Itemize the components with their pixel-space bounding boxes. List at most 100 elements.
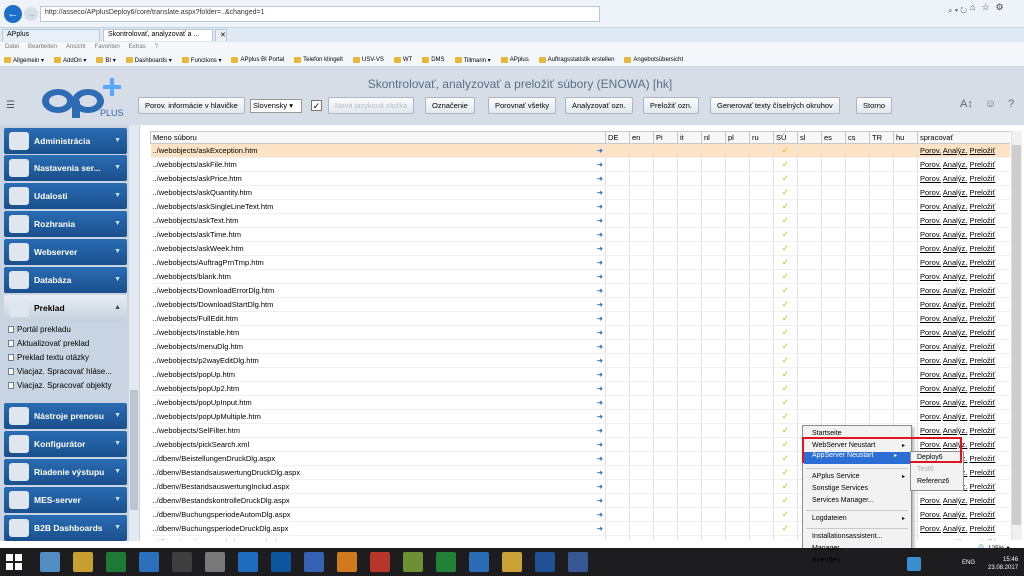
favorite-item[interactable]: DMS bbox=[422, 56, 445, 64]
action-link[interactable]: Preložiť bbox=[970, 244, 996, 253]
favorite-item[interactable]: APplus bbox=[500, 56, 529, 64]
forward-button[interactable]: → bbox=[24, 7, 38, 21]
arrow-icon[interactable]: ➜ bbox=[597, 314, 603, 323]
favorite-item[interactable]: Angebotsübersicht bbox=[624, 56, 683, 64]
search-icon[interactable]: ⌕ ▾ ↻ bbox=[948, 6, 967, 16]
action-link[interactable]: Analýz. bbox=[943, 524, 968, 533]
arrow-icon[interactable]: ➜ bbox=[597, 398, 603, 407]
arrow-icon[interactable]: ➜ bbox=[597, 160, 603, 169]
submenu-item[interactable]: Deploy6 bbox=[917, 454, 943, 461]
favorite-item[interactable]: Functions ▾ bbox=[181, 56, 221, 64]
arrow-icon[interactable]: ➜ bbox=[597, 426, 603, 435]
arrow-icon[interactable]: ➜ bbox=[597, 454, 603, 463]
table-row[interactable]: ../webobjects/askQuantity.htm ➜ ✓ Porov. An… bbox=[150, 185, 1010, 200]
menu-item[interactable]: Extras bbox=[129, 44, 146, 52]
action-link[interactable]: Porov. bbox=[920, 272, 941, 281]
table-row[interactable]: ../webobjects/askFile.htm ➜ ✓ Porov. Analýz… bbox=[150, 157, 1010, 172]
action-link[interactable]: Analýz. bbox=[943, 300, 968, 309]
column-header[interactable]: TR bbox=[869, 131, 894, 144]
tab-close-button[interactable]: ✕ bbox=[215, 29, 227, 41]
tray-lang[interactable]: ENG bbox=[962, 560, 975, 566]
action-link[interactable]: Preložiť bbox=[970, 314, 996, 323]
action-link[interactable]: Analýz. bbox=[943, 314, 968, 323]
column-header[interactable]: nl bbox=[701, 131, 726, 144]
oznacenie-button[interactable]: Označenie bbox=[425, 97, 475, 114]
action-link[interactable]: Analýz. bbox=[943, 230, 968, 239]
back-button[interactable]: ← bbox=[4, 5, 22, 23]
taskbar-app-icon[interactable] bbox=[502, 552, 522, 572]
table-row[interactable]: ../webobjects/popUpInput.htm ➜ ✓ Porov. Ana… bbox=[150, 395, 1010, 410]
table-row[interactable]: ../webobjects/askTime.htm ➜ ✓ Porov. Analýz… bbox=[150, 227, 1010, 242]
arrow-icon[interactable]: ➜ bbox=[597, 370, 603, 379]
column-header[interactable]: SÚ bbox=[773, 131, 798, 144]
submenu-item[interactable]: Referenz6 bbox=[917, 478, 949, 485]
table-row[interactable]: ../webobjects/popUp.htm ➜ ✓ Porov. Analýz. … bbox=[150, 367, 1010, 382]
taskbar-app-icon[interactable] bbox=[205, 552, 225, 572]
action-link[interactable]: Preložiť bbox=[970, 468, 996, 477]
context-menu-item[interactable]: Beenden bbox=[812, 557, 840, 564]
taskbar-app-icon[interactable] bbox=[469, 552, 489, 572]
context-menu-item[interactable]: WebServer Neustart ▸ bbox=[812, 442, 905, 449]
arrow-icon[interactable]: ➜ bbox=[597, 202, 603, 211]
compare-all-button[interactable]: Porovnať všetky bbox=[488, 97, 557, 114]
action-link[interactable]: Porov. bbox=[920, 146, 941, 155]
sidebar-item-1[interactable]: Nastavenia ser... ▼ bbox=[4, 155, 127, 181]
action-link[interactable]: Porov. bbox=[920, 412, 941, 421]
favorite-item[interactable]: Telefon klingelt bbox=[294, 56, 343, 64]
sidebar-item-0[interactable]: Administrácia ▼ bbox=[4, 128, 127, 154]
context-menu-item[interactable]: Manager... bbox=[812, 545, 845, 552]
action-link[interactable]: Preložiť bbox=[970, 370, 996, 379]
action-link[interactable]: Preložiť bbox=[970, 272, 996, 281]
action-link[interactable]: Porov. bbox=[920, 384, 941, 393]
action-link[interactable]: Analýz. bbox=[943, 146, 968, 155]
arrow-icon[interactable]: ➜ bbox=[597, 440, 603, 449]
action-link[interactable]: Porov. bbox=[920, 300, 941, 309]
arrow-icon[interactable]: ➜ bbox=[597, 538, 603, 540]
applus-tray-icon[interactable] bbox=[907, 557, 921, 571]
sidebar-item-10[interactable]: MES-server ▼ bbox=[4, 487, 127, 513]
action-link[interactable]: Porov. bbox=[920, 524, 941, 533]
sidebar-item-7[interactable]: Nástroje prenosu ▼ bbox=[4, 403, 127, 429]
menu-item[interactable]: Datei bbox=[5, 44, 19, 52]
action-link[interactable]: Porov. bbox=[920, 370, 941, 379]
action-link[interactable]: Preložiť bbox=[970, 440, 996, 449]
arrow-icon[interactable]: ➜ bbox=[597, 524, 603, 533]
taskbar-app-icon[interactable] bbox=[271, 552, 291, 572]
sidebar-subitem[interactable]: Aktualizovať preklad bbox=[8, 339, 89, 348]
column-header[interactable]: DE bbox=[605, 131, 630, 144]
sidebar-item-8[interactable]: Konfigurátor ▼ bbox=[4, 431, 127, 457]
table-row[interactable]: ../webobjects/Instable.htm ➜ ✓ Porov. Analý… bbox=[150, 325, 1010, 340]
taskbar-app-icon[interactable] bbox=[568, 552, 588, 572]
submenu-item[interactable]: Test6 bbox=[917, 466, 934, 473]
tab-applus[interactable]: APplus bbox=[2, 29, 100, 41]
action-link[interactable]: Porov. bbox=[920, 510, 941, 519]
sidebar-subitem[interactable]: Portál prekladu bbox=[8, 325, 71, 334]
taskbar-app-icon[interactable] bbox=[436, 552, 456, 572]
clock[interactable]: 15:46 23.08.2017 bbox=[988, 556, 1018, 572]
column-header[interactable]: cs bbox=[845, 131, 870, 144]
action-link[interactable]: Preložiť bbox=[970, 328, 996, 337]
porov-info-button[interactable]: Porov. informácie v hlavičke bbox=[138, 97, 245, 114]
context-menu-item[interactable]: Logdateien ▸ bbox=[812, 515, 905, 522]
action-link[interactable]: Preložiť bbox=[970, 356, 996, 365]
menu-item[interactable]: Bearbeiten bbox=[28, 44, 57, 52]
taskbar-app-icon[interactable] bbox=[106, 552, 126, 572]
action-link[interactable]: Analýz. bbox=[943, 356, 968, 365]
favorite-item[interactable]: Auftragsstatistik erstellen bbox=[538, 56, 614, 64]
menu-toggle-icon[interactable]: ☰ bbox=[6, 100, 15, 111]
action-link[interactable]: Analýz. bbox=[943, 510, 968, 519]
column-header[interactable]: Meno súboru bbox=[150, 131, 606, 144]
favorite-item[interactable]: APplus BI Portal bbox=[231, 56, 284, 64]
action-link[interactable]: Porov. bbox=[920, 286, 941, 295]
action-link[interactable]: Preložiť bbox=[970, 454, 996, 463]
sidebar-item-5[interactable]: Databáza ▼ bbox=[4, 267, 127, 293]
translate-button[interactable]: Preložiť ozn. bbox=[643, 97, 699, 114]
gear-icon[interactable]: ⚙ bbox=[996, 2, 1004, 13]
table-row[interactable]: ../webobjects/popUp2.htm ➜ ✓ Porov. Analýz.… bbox=[150, 381, 1010, 396]
action-link[interactable]: Analýz. bbox=[943, 202, 968, 211]
menu-item[interactable]: Favoriten bbox=[95, 44, 120, 52]
action-link[interactable]: Porov. bbox=[920, 216, 941, 225]
arrow-icon[interactable]: ➜ bbox=[597, 328, 603, 337]
action-link[interactable]: Porov. bbox=[920, 258, 941, 267]
arrow-icon[interactable]: ➜ bbox=[597, 230, 603, 239]
